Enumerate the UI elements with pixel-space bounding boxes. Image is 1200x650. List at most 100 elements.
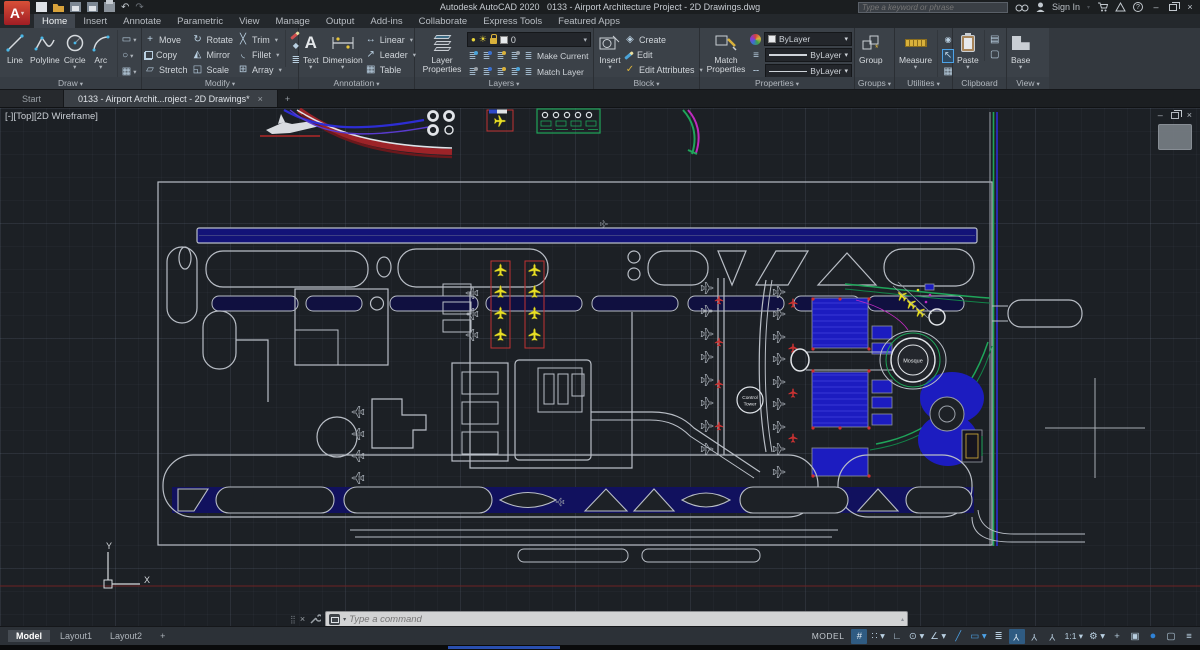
mirror-button[interactable]: ◭ Mirror <box>192 48 234 62</box>
save-as-icon[interactable] <box>87 2 98 12</box>
caret-down-icon[interactable]: ▾ <box>844 67 848 75</box>
doc-minimize-button[interactable]: – <box>1158 110 1163 120</box>
scale-button[interactable]: ◱ Scale <box>192 63 234 77</box>
linetype-dropdown[interactable]: ByLayer ▾ <box>765 64 852 78</box>
annotation-scale-value[interactable]: 1:1 ▾ <box>1063 629 1085 644</box>
dock-grip-icon[interactable]: ⣿ <box>290 615 296 624</box>
caret-down-icon[interactable]: ▾ <box>583 36 587 44</box>
make-current-button[interactable]: ≣ ≣ ≣ ≣ ≣ Make Current <box>467 49 591 63</box>
utilities-panel-label[interactable]: Utilities <box>895 77 952 89</box>
workspace-switching[interactable]: ⚙ ▾ <box>1087 629 1107 644</box>
hardware-acceleration[interactable]: ▢ <box>1163 629 1179 644</box>
lineweight-dropdown[interactable]: ByLayer ▾ <box>765 48 852 62</box>
layer-tool-icon[interactable]: ≣ <box>467 66 478 78</box>
layer-tool-icon[interactable]: ≣ <box>509 50 520 62</box>
table-button[interactable]: ▦ Table <box>365 63 416 77</box>
autocad-logo[interactable]: A ▾ <box>4 1 30 25</box>
new-file-icon[interactable] <box>36 2 47 12</box>
model-space-label[interactable]: MODEL <box>812 631 845 641</box>
undo-icon[interactable]: ↶ <box>121 2 129 13</box>
tab-parametric[interactable]: Parametric <box>169 14 231 28</box>
new-tab-button[interactable]: + <box>278 90 297 107</box>
group-button[interactable]: * Group <box>857 30 885 66</box>
close-tab-icon[interactable]: × <box>258 94 263 104</box>
ellipse-icon[interactable]: ○ <box>122 50 134 63</box>
linear-button[interactable]: ↔ Linear <box>365 33 416 47</box>
rectangle-icon[interactable]: ▭ <box>122 34 134 47</box>
tab-featured-apps[interactable]: Featured Apps <box>550 14 628 28</box>
expand-history-icon[interactable]: ▴ <box>901 616 904 623</box>
doc-close-button[interactable]: × <box>1187 110 1192 120</box>
close-button[interactable]: × <box>1184 2 1196 12</box>
modify-panel-label[interactable]: Modify <box>142 77 298 89</box>
object-color-dropdown[interactable]: ByLayer ▾ <box>764 32 852 46</box>
tab-home[interactable]: Home <box>34 14 76 28</box>
tab-view[interactable]: View <box>231 14 267 28</box>
search-binoculars-icon[interactable] <box>1015 3 1029 12</box>
circle-button[interactable]: Circle ▾ <box>62 30 88 79</box>
isolate-objects[interactable]: ▣ <box>1127 629 1143 644</box>
customize-wrench-icon[interactable] <box>309 613 322 625</box>
tab-express-tools[interactable]: Express Tools <box>475 14 550 28</box>
dimension-button[interactable]: Dimension ▾ <box>321 30 365 71</box>
layer-tool-icon[interactable]: ≣ <box>481 66 492 78</box>
view-panel-label[interactable]: View <box>1007 77 1049 89</box>
leader-button[interactable]: ↗ Leader <box>365 48 416 62</box>
layer-tool-icon[interactable]: ≣ <box>509 66 520 78</box>
block-panel-label[interactable]: Block <box>594 77 699 89</box>
sign-in-button[interactable]: Sign In <box>1052 2 1080 12</box>
keyword-search-input[interactable] <box>857 1 1008 13</box>
command-input[interactable] <box>349 613 898 625</box>
tab-output[interactable]: Output <box>318 14 363 28</box>
layer-color-swatch[interactable] <box>499 35 508 44</box>
insert-button[interactable]: Insert ▾ <box>596 30 624 71</box>
alert-icon[interactable] <box>1115 2 1126 12</box>
edit-attributes-button[interactable]: ✓ Edit Attributes <box>624 63 703 77</box>
arc-button[interactable]: Arc ▾ <box>88 30 114 79</box>
base-button[interactable]: Base ▾ <box>1009 30 1032 71</box>
annotation-monitor[interactable]: + <box>1109 629 1125 644</box>
polar-tracking-toggle[interactable]: ⊙ ▾ <box>907 629 926 644</box>
layer-freeze-sun-icon[interactable]: ☀ <box>479 34 487 45</box>
command-bar[interactable]: ▾ ▴ <box>325 611 908 626</box>
tab-annotate[interactable]: Annotate <box>115 14 169 28</box>
redo-icon[interactable]: ↷ <box>135 2 143 13</box>
minimize-button[interactable]: – <box>1150 2 1162 12</box>
open-file-icon[interactable] <box>53 4 64 12</box>
start-tab[interactable]: Start <box>0 90 65 107</box>
edit-block-button[interactable]: Edit <box>624 48 703 62</box>
lineweight-toggle[interactable]: ╱ <box>950 629 966 644</box>
plot-icon[interactable] <box>104 0 115 12</box>
layer-on-bulb-icon[interactable]: ● <box>471 35 476 44</box>
dock-close-icon[interactable]: × <box>300 614 305 624</box>
annotation-visibility-toggle[interactable]: Y <box>1008 628 1025 644</box>
groups-panel-label[interactable]: Groups <box>855 77 894 89</box>
ortho-toggle[interactable]: ∟ <box>889 629 905 644</box>
layers-panel-label[interactable]: Layers <box>415 77 593 89</box>
clipboard-panel-label[interactable]: Clipboard <box>953 77 1006 89</box>
transparency-toggle[interactable]: ▭ ▾ <box>968 629 988 644</box>
store-cart-icon[interactable] <box>1097 2 1108 12</box>
model-tab[interactable]: Model <box>8 630 50 642</box>
draw-panel-label[interactable]: Draw <box>0 77 141 89</box>
measure-button[interactable]: Measure ▾ <box>897 30 934 71</box>
caret-down-icon[interactable]: ▾ <box>844 51 848 59</box>
caret-down-icon[interactable]: ▾ <box>844 35 848 43</box>
isodraft-toggle[interactable]: ∠ ▾ <box>928 629 948 644</box>
fillet-button[interactable]: ◟ Fillet <box>237 48 282 62</box>
layer-lock-icon[interactable] <box>489 33 497 44</box>
tab-insert[interactable]: Insert <box>75 14 115 28</box>
layer-dropdown[interactable]: ● ☀ 0 ▾ <box>467 32 591 47</box>
layer-tool-icon[interactable]: ≣ <box>467 50 478 62</box>
annotation-panel-label[interactable]: Annotation <box>299 77 414 89</box>
help-icon[interactable]: ? <box>1133 2 1143 12</box>
array-button[interactable]: ⊞ Array <box>237 63 282 77</box>
tab-manage[interactable]: Manage <box>268 14 318 28</box>
layer-tool-icon[interactable]: ≣ <box>481 50 492 62</box>
recent-commands-icon[interactable] <box>329 613 341 625</box>
layout2-tab[interactable]: Layout2 <box>102 630 150 642</box>
rotate-button[interactable]: ↻ Rotate <box>192 33 233 47</box>
viewcube[interactable] <box>1158 124 1192 150</box>
clean-screen[interactable]: ● <box>1145 629 1161 644</box>
annotation-scale-toggle[interactable]: Y <box>1045 629 1061 644</box>
